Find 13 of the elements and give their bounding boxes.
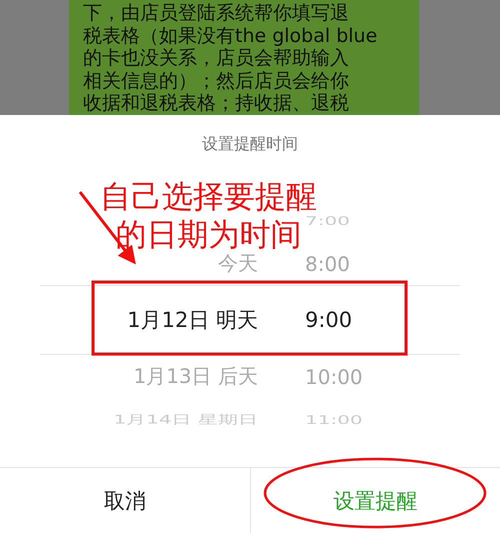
message-text: 下，由店员登陆系统帮你填写退	[83, 2, 350, 24]
picker-time[interactable]: 8:00	[305, 252, 350, 276]
picker-date[interactable]: 1月12日 明天	[127, 306, 258, 334]
picker-date[interactable]: 1月13日 后天	[133, 363, 258, 390]
message-text: 相关信息的）；然后店员会给你	[83, 70, 350, 92]
picker-date[interactable]: 今天	[218, 250, 258, 277]
picker-time[interactable]: 10:00	[305, 364, 363, 388]
annotation-text: 自己选择要提醒	[100, 178, 317, 216]
message-text: 收据和退税表格；持收据、退税	[83, 92, 350, 114]
message-text: 税表格（如果没有the global blue	[83, 24, 378, 47]
message-text: 的卡也没关系，店员会帮助输入	[83, 47, 350, 70]
picker-time[interactable]: 9:00	[305, 308, 352, 332]
sheet-title: 设置提醒时间	[202, 134, 298, 154]
